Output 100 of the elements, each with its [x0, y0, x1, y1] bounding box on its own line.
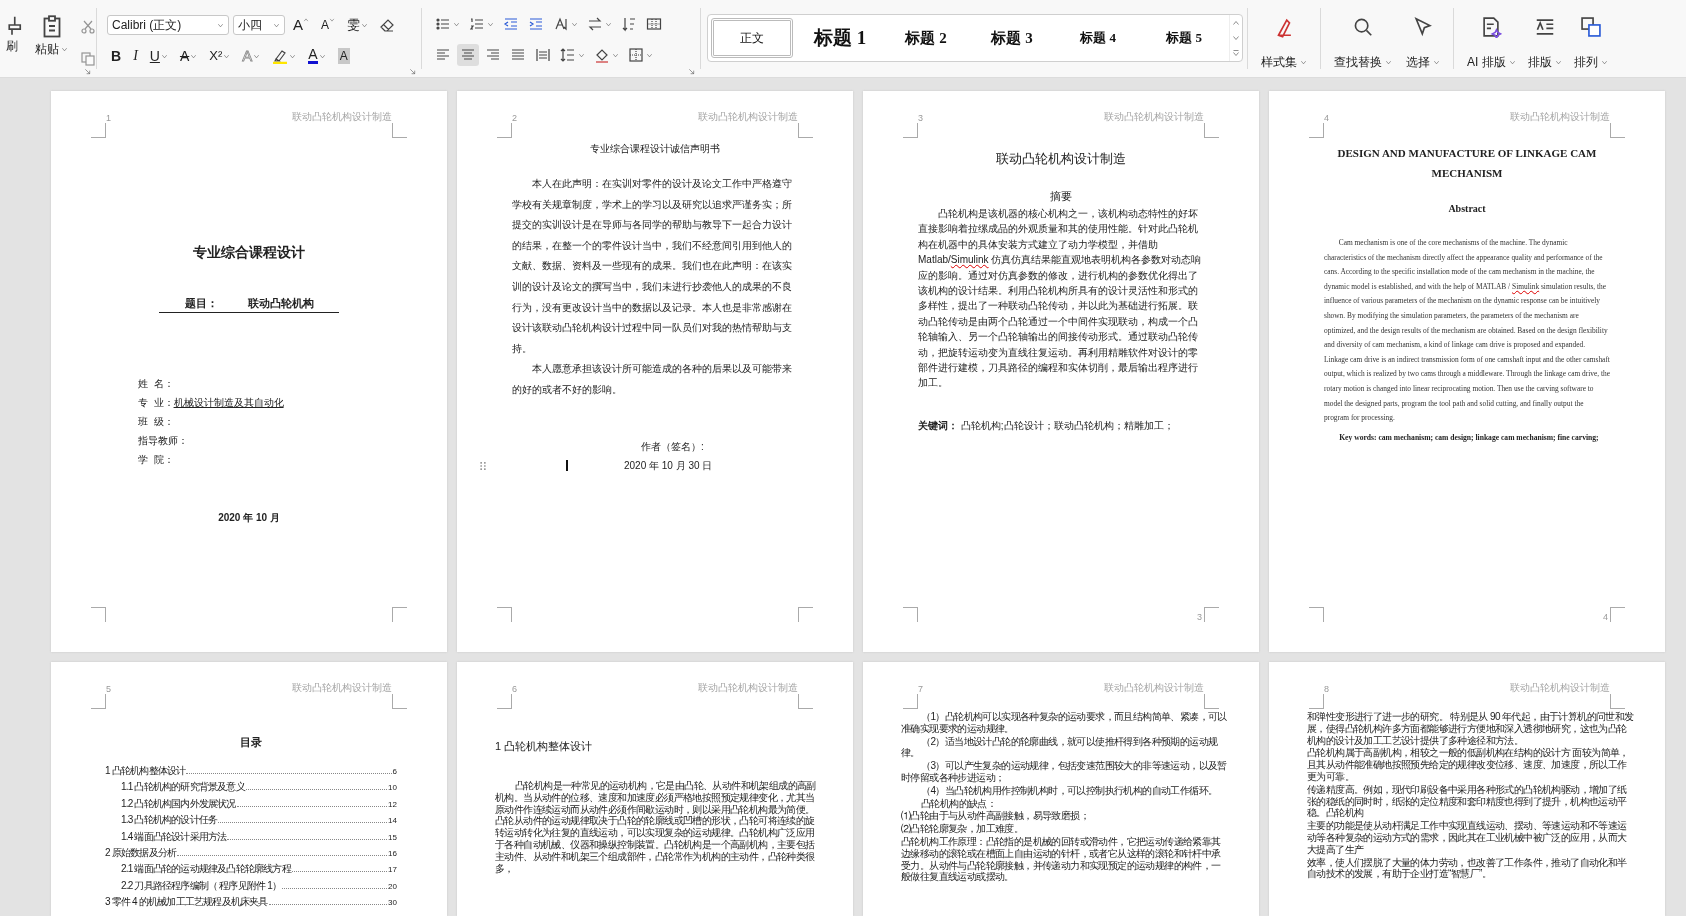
phonetic-guide-button[interactable]: 雯 [343, 14, 373, 36]
toc-entry[interactable]: 2 原始数据及分析 16 [105, 845, 397, 862]
toc-entry[interactable]: 1 凸轮机构整体设计 6 [105, 763, 397, 780]
style-option[interactable]: 标题 1 [797, 18, 883, 58]
search-button[interactable]: 查找替换 [1331, 0, 1395, 77]
page-title: 专业综合课程设计诚信声明书 [589, 142, 721, 156]
copy-icon [80, 51, 96, 67]
strikethrough-button[interactable]: A [175, 45, 202, 67]
field-label: 班 级： [138, 415, 174, 428]
paragraph: （2）适当地设计凸轮的轮廓曲线，就可以使推杆得到各种预期的运动规律。 [901, 735, 1219, 760]
arrange-icon [1579, 16, 1602, 38]
line-spacing-icon [560, 47, 576, 63]
down-caret-icon [329, 17, 336, 23]
paste-button[interactable]: 粘贴 [32, 6, 71, 58]
topic-label: 题目： [184, 296, 218, 311]
dialog-launcher-icon [409, 68, 416, 75]
style-option[interactable]: 标题 3 [969, 18, 1055, 58]
page-header: 联动凸轮机构设计制造 [1104, 111, 1204, 123]
caret-icon [612, 51, 619, 59]
align-center-icon [460, 47, 476, 63]
bullet-list-icon [435, 16, 451, 32]
caret-icon [1300, 58, 1307, 66]
field-label: 学 院： [138, 453, 174, 466]
toc-entry[interactable]: 2.1 端面凸轮的运动规律及凸轮轮廓线方程 17 [105, 861, 397, 878]
italic-button[interactable]: I [129, 45, 142, 67]
numbered-list-icon [469, 16, 485, 32]
caret-icon [578, 51, 585, 59]
up-caret-icon [303, 17, 309, 23]
caret-icon [605, 20, 612, 28]
toc-entry[interactable]: 1.1 凸轮机构的研究背景及意义 10 [105, 779, 397, 796]
caret-icon [190, 52, 198, 60]
toc-entry[interactable]: 1.4 端面凸轮设计采用方法 15 [105, 828, 397, 846]
page-header: 联动凸轮机构设计制造 [1510, 682, 1610, 694]
toc-entry[interactable]: 1.2 凸轮机构国内外发展状况 12 [105, 795, 397, 813]
caret-icon [160, 52, 168, 60]
bold-button[interactable]: B [107, 45, 126, 67]
section-heading: 摘要 [1049, 189, 1073, 204]
caret-icon [1600, 58, 1608, 66]
page-number: 8 [1324, 684, 1329, 694]
arrange-button[interactable]: 排列 [1570, 0, 1611, 77]
caret-icon [253, 52, 261, 60]
page-number: 3 [1197, 612, 1202, 622]
align-center-button[interactable] [457, 44, 479, 66]
format-painter-button[interactable]: 刷 [0, 6, 26, 55]
increase-indent-icon [528, 16, 544, 32]
style-option[interactable]: 标题 5 [1141, 18, 1227, 58]
paint-bucket-icon [594, 47, 610, 63]
swap-arrows-icon [587, 16, 603, 32]
caret-icon [273, 21, 280, 29]
cover-date: 2020 年 10 月 [217, 511, 281, 525]
style-option[interactable]: 标题 2 [883, 18, 969, 58]
border-icon [628, 47, 644, 63]
underline-button[interactable]: U [145, 45, 172, 67]
caret-icon [646, 51, 653, 59]
paragraph: 凸轮机构属于高副机构，相较之一般的低副机构在结构的设计方 面较为简单，且其从动件能准确地按照预先给定的规律改变位移、速度、加速度，所以工作更为可靠。 [1307, 747, 1630, 783]
paragraph: ⑴凸轮由于与从动件高副接触，易导致磨损； [901, 810, 1090, 823]
font-size-dropdown[interactable]: 小四 [233, 15, 285, 35]
shrink-font-button[interactable]: A [317, 14, 340, 36]
decrease-indent-icon [503, 16, 519, 32]
cover-title: 专业综合课程设计 [192, 244, 306, 262]
text-layout-button[interactable]: 排版 [1524, 0, 1565, 77]
caret-icon [571, 20, 578, 28]
section-heading: Abstract [1447, 203, 1487, 214]
style-brush-button[interactable]: 样式集 [1258, 0, 1310, 77]
pointer-icon [1412, 16, 1434, 38]
paragraph: 凸轮机构的缺点： [920, 797, 998, 810]
caret-icon [318, 52, 326, 60]
paragraph: （1）凸轮机构可以实现各种复杂的运动要求，而且结构简单、紧凑，可以准确实现要求的运动规律。 [901, 711, 1228, 735]
paragraph: 凸轮机构工作原理：凸轮指的是机械的回转或滑动件，它把运动传递给紧靠其边缘移动的滚轮或在槽面上自由运动的针杆，或者它从这样的滚轮和针杆中承受力。从动件与凸轮轮廓接触，并传递动力和实现预定的运动规律的构件，一般做往复直线运动或摆动。 [901, 835, 1222, 884]
toc-heading: 目录 [239, 735, 263, 750]
caret-icon [289, 52, 297, 60]
justify-icon [510, 47, 526, 63]
character-shading-button[interactable]: A [333, 45, 354, 67]
toc-entry[interactable]: 3 零件 4 的机械加工工艺规程及机床夹具 30 [105, 894, 397, 911]
pointer-button[interactable]: 选择 [1403, 0, 1443, 77]
grow-font-button[interactable]: A [289, 14, 313, 36]
page-header: 联动凸轮机构设计制造 [698, 111, 798, 123]
ai-document-button[interactable]: AI 排版 [1464, 0, 1519, 77]
toc-entry[interactable]: 2.2 刀具路径程序编制（ 程序见附件 1） 20 [105, 877, 397, 895]
caret-icon [61, 45, 68, 53]
style-option[interactable]: 正文 [711, 18, 793, 58]
page-title: 联动凸轮机构设计制造 [995, 150, 1127, 168]
font-name-dropdown[interactable]: Calibri (正文) [107, 15, 229, 35]
field-label: 专 业： [138, 396, 174, 409]
toc-entry[interactable]: 1.3 凸轮机构的设计任务 14 [105, 812, 397, 829]
font-color-button[interactable]: A [304, 45, 330, 67]
page-number: 1 [106, 113, 111, 123]
paragraph: 本人在此声明：在实训对零件的设计及论文工作中严格遵守学校有关规章制度，学术上的学习以及研究以追求严谨务实；所提交的实训设计是在导师与各同学的帮助与教导下一起合力设计的结果，在整一个的零件设计当中，我们不经意间引用到他人的文献、数据、资料及一些现有的成果。我们也在此声明：在该实训的设计及论文的撰写当中，我们未进行抄袭他人的成果的不良行为，没有更改设计当中的数据以及记录。本人也是非常感谢在设计该联动凸轮机构设计过程中同一队员们对我的热情帮助与支持。 [512, 177, 793, 356]
dialog-launcher-icon [688, 68, 695, 75]
page-header: 联动凸轮机构设计制造 [292, 682, 392, 694]
page-header: 联动凸轮机构设计制造 [1510, 111, 1610, 123]
chapter-heading: 1 凸轮机构整体设计 [495, 739, 594, 754]
scroll-up-icon [1232, 18, 1240, 27]
style-option[interactable]: 标题 4 [1055, 18, 1141, 58]
text-direction-icon [553, 16, 569, 32]
page-number: 2 [512, 113, 517, 123]
field-label: 指导教师： [138, 434, 188, 447]
keywords: 关键词： 凸轮机构;凸轮设计；联动凸轮机构；精雕加工； [918, 418, 1175, 433]
text-cursor [566, 460, 568, 472]
superscript-button[interactable]: X² [205, 45, 235, 67]
